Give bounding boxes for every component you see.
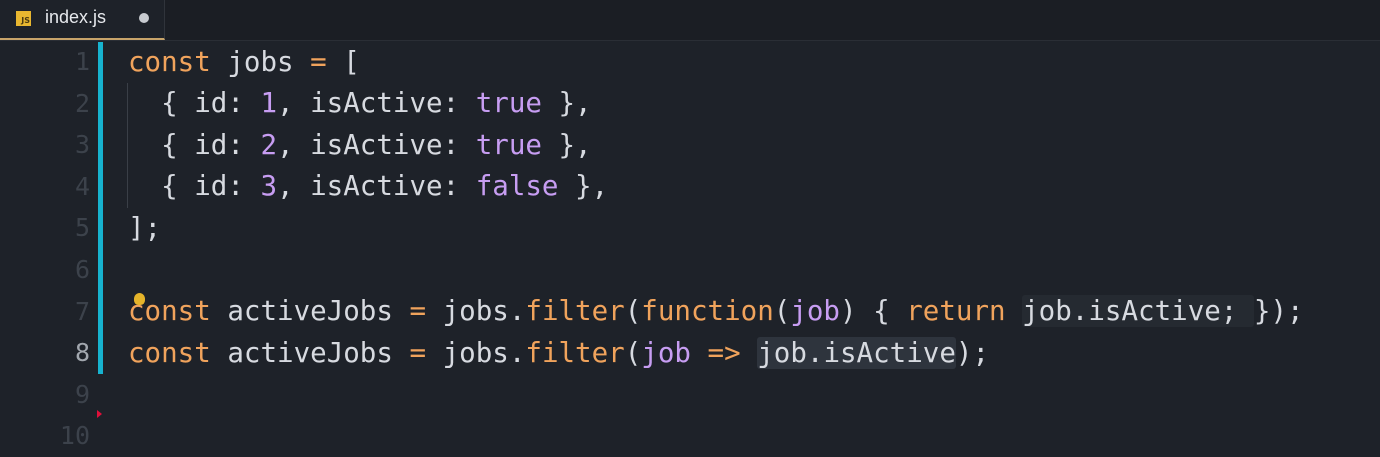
line-number: 3 [74,130,90,160]
code-token: 1 [260,87,278,120]
line-number: 5 [74,213,90,243]
code-token: ( [773,295,791,328]
code-line[interactable]: ]; [128,208,161,250]
code-token: , isActive: [277,128,476,161]
code-line[interactable]: const jobs = [ [128,42,360,84]
code-token: => [707,336,741,369]
code-token: }, [558,170,609,203]
code-token: const [128,45,211,78]
code-token: ]; [128,211,162,244]
tab-index-js[interactable]: JS index.js [0,0,165,40]
code-token: { id: [128,170,261,203]
fold-marker-icon [97,410,102,418]
code-token: }); [1253,295,1304,328]
code-line[interactable]: { id: 2, isActive: true }, [128,125,592,167]
code-line[interactable]: { id: 1, isActive: true }, [128,83,592,125]
line-number: 2 [74,88,90,118]
code-token: }, [541,128,592,161]
code-token: true [475,87,542,120]
line-number: 10 [59,421,90,451]
code-token: filter [525,336,625,369]
code-line[interactable]: const activeJobs = jobs.filter(job => jo… [128,333,989,375]
code-token: job [641,336,691,369]
code-token: = [310,45,327,78]
code-token: , isActive: [277,170,476,203]
code-token: activeJobs [210,336,410,369]
code-token: }, [541,87,592,120]
code-token: ) { [839,295,907,328]
code-token: false [475,170,559,203]
code-token: true [475,128,542,161]
code-token: return [906,295,1006,328]
tab-bar: JS index.js [0,0,1380,41]
code-token: = [409,336,427,369]
code-token: { id: [128,128,261,161]
code-line[interactable]: { id: 3, isActive: false }, [128,166,608,208]
code-token: = [409,295,427,328]
line-number: 9 [74,379,90,409]
code-token: ( [624,295,642,328]
code-token: function [641,295,774,328]
code-token: 3 [260,170,278,203]
js-file-icon: JS [16,11,31,26]
code-token: job.isActive; [1022,295,1254,328]
line-number: 4 [74,171,90,201]
tab-filename: index.js [45,7,107,27]
lightbulb-icon[interactable] [134,293,145,305]
code-token: ); [955,336,990,369]
code-token: , isActive: [277,87,476,120]
line-number: 1 [74,47,90,76]
line-number: 8 [74,338,90,368]
code-token: { id: [128,87,261,120]
unsaved-dot-icon[interactable] [139,13,149,23]
code-token: [ [326,45,360,78]
code-token: ( [624,336,642,369]
code-token: filter [525,295,625,328]
line-number: 6 [74,255,90,284]
code-token: activeJobs [210,295,410,328]
code-token: job.isActive [757,336,956,369]
code-token: job [790,295,840,328]
line-number: 7 [74,296,90,326]
code-line[interactable]: const activeJobs = jobs.filter(function(… [128,291,1304,333]
code-token: const [128,336,211,369]
code-token: jobs [210,45,311,78]
modified-lines-indicator [98,42,103,374]
code-token: 2 [260,128,278,161]
code-token: jobs. [426,336,526,369]
code-token: jobs. [426,295,526,328]
